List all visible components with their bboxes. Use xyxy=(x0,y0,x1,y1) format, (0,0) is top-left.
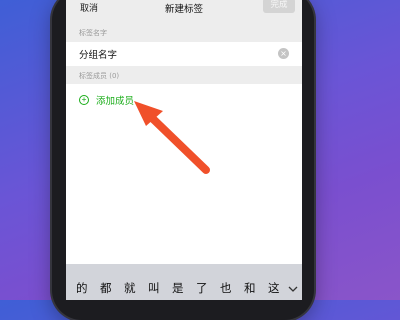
candidate-word[interactable]: 是 xyxy=(172,280,184,296)
candidate-word[interactable]: 叫 xyxy=(148,280,160,296)
candidate-word[interactable]: 就 xyxy=(124,280,136,296)
done-button[interactable]: 完成 xyxy=(263,0,295,13)
tag-name-section-label: 标签名字 xyxy=(79,29,107,37)
candidate-word[interactable]: 和 xyxy=(244,280,256,296)
add-member-button[interactable]: + 添加成员 xyxy=(79,93,134,107)
navigation-bar: 取消 新建标签 完成 xyxy=(66,0,302,18)
candidate-word[interactable]: 的 xyxy=(76,280,88,296)
add-member-label: 添加成员 xyxy=(96,96,135,107)
plus-circle-icon: + xyxy=(79,95,89,105)
candidate-word[interactable]: 了 xyxy=(196,280,208,296)
tag-name-field[interactable]: 分组名字 × xyxy=(66,42,302,66)
phone-screen: 取消 新建标签 完成 标签名字 分组名字 × 标签成员 (0) + 添加成员 的… xyxy=(66,0,302,300)
chevron-down-icon[interactable] xyxy=(288,284,298,294)
members-section-label: 标签成员 (0) xyxy=(79,72,120,80)
candidate-word[interactable]: 也 xyxy=(220,280,232,296)
candidate-word[interactable]: 都 xyxy=(100,280,112,296)
members-list: + 添加成员 xyxy=(66,84,302,264)
candidate-word[interactable]: 这 xyxy=(268,280,280,296)
tag-name-value[interactable]: 分组名字 xyxy=(79,47,117,61)
candidate-list: 的都就叫是了也和这 xyxy=(76,280,292,296)
keyboard-candidate-bar: 的都就叫是了也和这 xyxy=(66,264,302,300)
clear-icon[interactable]: × xyxy=(278,48,289,59)
